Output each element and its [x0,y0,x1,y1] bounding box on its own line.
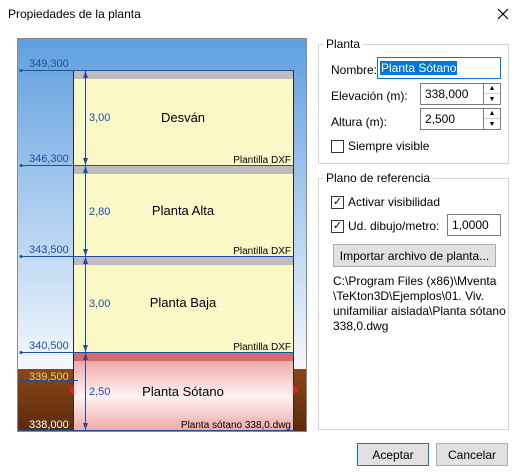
slab-planta-baja [73,352,294,361]
altura-stepper[interactable]: ▲ ▼ [484,108,501,130]
elevation-label-5: 339,500 [29,371,69,383]
checkbox-unchecked-icon[interactable] [331,139,344,153]
floor-name-planta-sotano: Planta Sótano [142,384,224,399]
slab-desvan [73,165,294,174]
altura-label: Altura (m): [331,115,388,129]
ud-dibujo-label: Ud. dibujo/metro: [348,219,440,233]
building-section-diagram[interactable]: 349,300 346,300 343,500 340,500 339,500 … [17,38,307,432]
aceptar-button[interactable]: Aceptar [357,443,429,466]
floor-name-planta-baja: Planta Baja [150,295,217,310]
importar-archivo-button[interactable]: Importar archivo de planta... [333,244,496,267]
cancelar-button[interactable]: Cancelar [436,443,508,466]
elevacion-stepper[interactable]: ▲ ▼ [484,83,501,105]
elevation-dot-6 [19,429,23,431]
elevation-label-3: 343,500 [29,244,69,256]
floor-name-desvan: Desván [161,110,205,125]
activar-visibilidad-checkbox[interactable]: ✓ Activar visibilidad [331,195,440,209]
floor-height-planta-sotano: 2,50 [89,386,110,398]
window-title: Propiedades de la planta [8,7,141,21]
elevation-dot-1 [19,69,23,72]
siempre-visible-checkbox[interactable]: Siempre visible [331,139,429,153]
path-line: \TeKton3D\Ejemplos\01. Viv. [333,289,484,303]
close-icon[interactable] [492,3,514,25]
reference-file-path: C:\Program Files (x86)\Mventa \TeKton3D\… [333,274,508,334]
path-line: C:\Program Files (x86)\Mventa [333,274,497,288]
planta-group-title: Planta [326,37,361,51]
slab-roof [73,70,294,79]
path-line: unifamiliar aislada\Planta sótano [333,304,506,318]
altura-field[interactable]: 2,500 [420,108,484,130]
ud-dibujo-checkbox[interactable]: ✓ Ud. dibujo/metro: [331,219,439,233]
path-line: 338,0.dwg [333,319,389,333]
elevacion-label: Elevación (m): [331,89,408,103]
elevation-dot-2 [19,164,23,167]
plano-referencia-group-title: Plano de referencia [326,171,431,185]
elevation-label-4: 340,500 [29,340,69,352]
elevation-dot-3 [19,255,23,258]
ud-dibujo-field[interactable]: 1,0000 [447,214,501,236]
elevation-label-6: 338,000 [29,419,69,431]
elevation-label-2: 346,300 [29,153,69,165]
template-label-planta-sotano: Planta sótano 338,0.dwg [181,420,291,431]
slab-planta-alta [73,256,294,265]
elevation-dot-4 [19,351,23,354]
elevacion-field[interactable]: 338,000 [420,83,484,105]
template-label-planta-alta: Plantilla DXF [233,246,291,257]
stepper-up-icon[interactable]: ▲ [484,109,500,119]
floor-name-planta-alta: Planta Alta [152,203,215,218]
siempre-visible-label: Siempre visible [348,139,430,153]
floor-height-planta-baja: 3,00 [89,298,110,310]
template-label-desvan: Plantilla DXF [233,155,291,166]
checkbox-checked-icon[interactable]: ✓ [331,195,344,209]
template-label-planta-baja: Plantilla DXF [233,342,291,353]
nombre-value: Planta Sótano [380,61,458,75]
stepper-up-icon[interactable]: ▲ [484,84,500,94]
nombre-field[interactable]: Planta Sótano [377,57,501,79]
activar-visibilidad-label: Activar visibilidad [348,195,441,209]
title-bar: Propiedades de la planta [0,0,520,30]
elevation-dot-5 [19,379,23,382]
elevation-label-1: 349,300 [29,58,69,70]
floor-height-desvan: 3,00 [89,112,110,124]
checkbox-checked-icon[interactable]: ✓ [331,219,344,233]
floor-height-planta-alta: 2,80 [89,206,110,218]
nombre-label: Nombre: [331,63,378,77]
stepper-down-icon[interactable]: ▼ [484,94,500,104]
stepper-down-icon[interactable]: ▼ [484,119,500,129]
